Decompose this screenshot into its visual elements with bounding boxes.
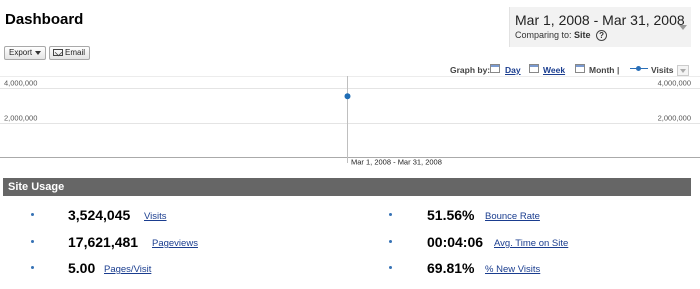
stat-value: 51.56% (427, 207, 475, 223)
email-button[interactable]: Email (49, 46, 90, 60)
date-range-picker[interactable]: Mar 1, 2008 - Mar 31, 2008 Comparing to:… (509, 7, 691, 47)
bullet-icon (31, 266, 34, 269)
line-series-icon (630, 66, 648, 71)
calendar-month-icon (575, 64, 585, 73)
data-point-visits (344, 93, 351, 100)
stat-value: 00:04:06 (427, 234, 484, 250)
chevron-down-icon[interactable] (679, 25, 687, 30)
bullet-icon (389, 213, 392, 216)
comparing-label: Comparing to: (515, 30, 572, 40)
y-tick-label-left: 2,000,000 (4, 114, 37, 123)
date-range-text: Mar 1, 2008 - Mar 31, 2008 (515, 12, 685, 28)
visits-chart: 4,000,000 4,000,000 2,000,000 2,000,000 Mar… (0, 76, 700, 167)
stat-link-bounce-rate[interactable]: Bounce Rate (485, 211, 540, 222)
graph-by-label: Graph by: (450, 65, 491, 75)
site-usage-header: Site Usage (3, 178, 691, 196)
graph-by-month-label: Month (589, 65, 615, 75)
stat-link-visits[interactable]: Visits (144, 211, 167, 222)
help-icon[interactable]: ? (596, 30, 608, 42)
bullet-icon (31, 240, 34, 243)
x-tick-label: Mar 1, 2008 - Mar 31, 2008 (351, 158, 442, 167)
stat-value: 17,621,481 (68, 234, 139, 250)
calendar-week-icon (529, 64, 539, 73)
graph-by-day-link[interactable]: Day (505, 65, 521, 75)
stat-value: 5.00 (68, 260, 96, 276)
comparing-value: Site (574, 30, 591, 40)
bullet-icon (389, 266, 392, 269)
email-label: Email (65, 48, 86, 57)
page-title: Dashboard (5, 11, 84, 28)
export-button[interactable]: Export (4, 46, 46, 60)
caret-down-icon (35, 50, 42, 55)
separator: | (617, 65, 620, 75)
stat-link-pageviews[interactable]: Pageviews (152, 238, 198, 249)
section-title: Site Usage (8, 181, 65, 193)
y-tick-label-right: 4,000,000 (658, 79, 691, 88)
y-tick-label-right: 2,000,000 (658, 114, 691, 123)
export-label: Export (9, 48, 33, 57)
calendar-day-icon (490, 64, 500, 73)
stat-link-new-visits[interactable]: % New Visits (485, 264, 540, 275)
y-tick-label-left: 4,000,000 (4, 79, 37, 88)
bullet-icon (31, 213, 34, 216)
stat-value: 69.81% (427, 260, 475, 276)
stat-link-pages-visit[interactable]: Pages/Visit (104, 264, 151, 275)
graph-by-week-link[interactable]: Week (543, 65, 565, 75)
stat-link-avg-time[interactable]: Avg. Time on Site (494, 238, 568, 249)
mail-icon (53, 49, 63, 57)
bullet-icon (389, 240, 392, 243)
stat-value: 3,524,045 (68, 207, 131, 223)
metric-dropdown-icon[interactable] (677, 65, 689, 76)
metric-label: Visits (651, 65, 674, 75)
comparing-to: Comparing to: Site ? (515, 30, 608, 42)
